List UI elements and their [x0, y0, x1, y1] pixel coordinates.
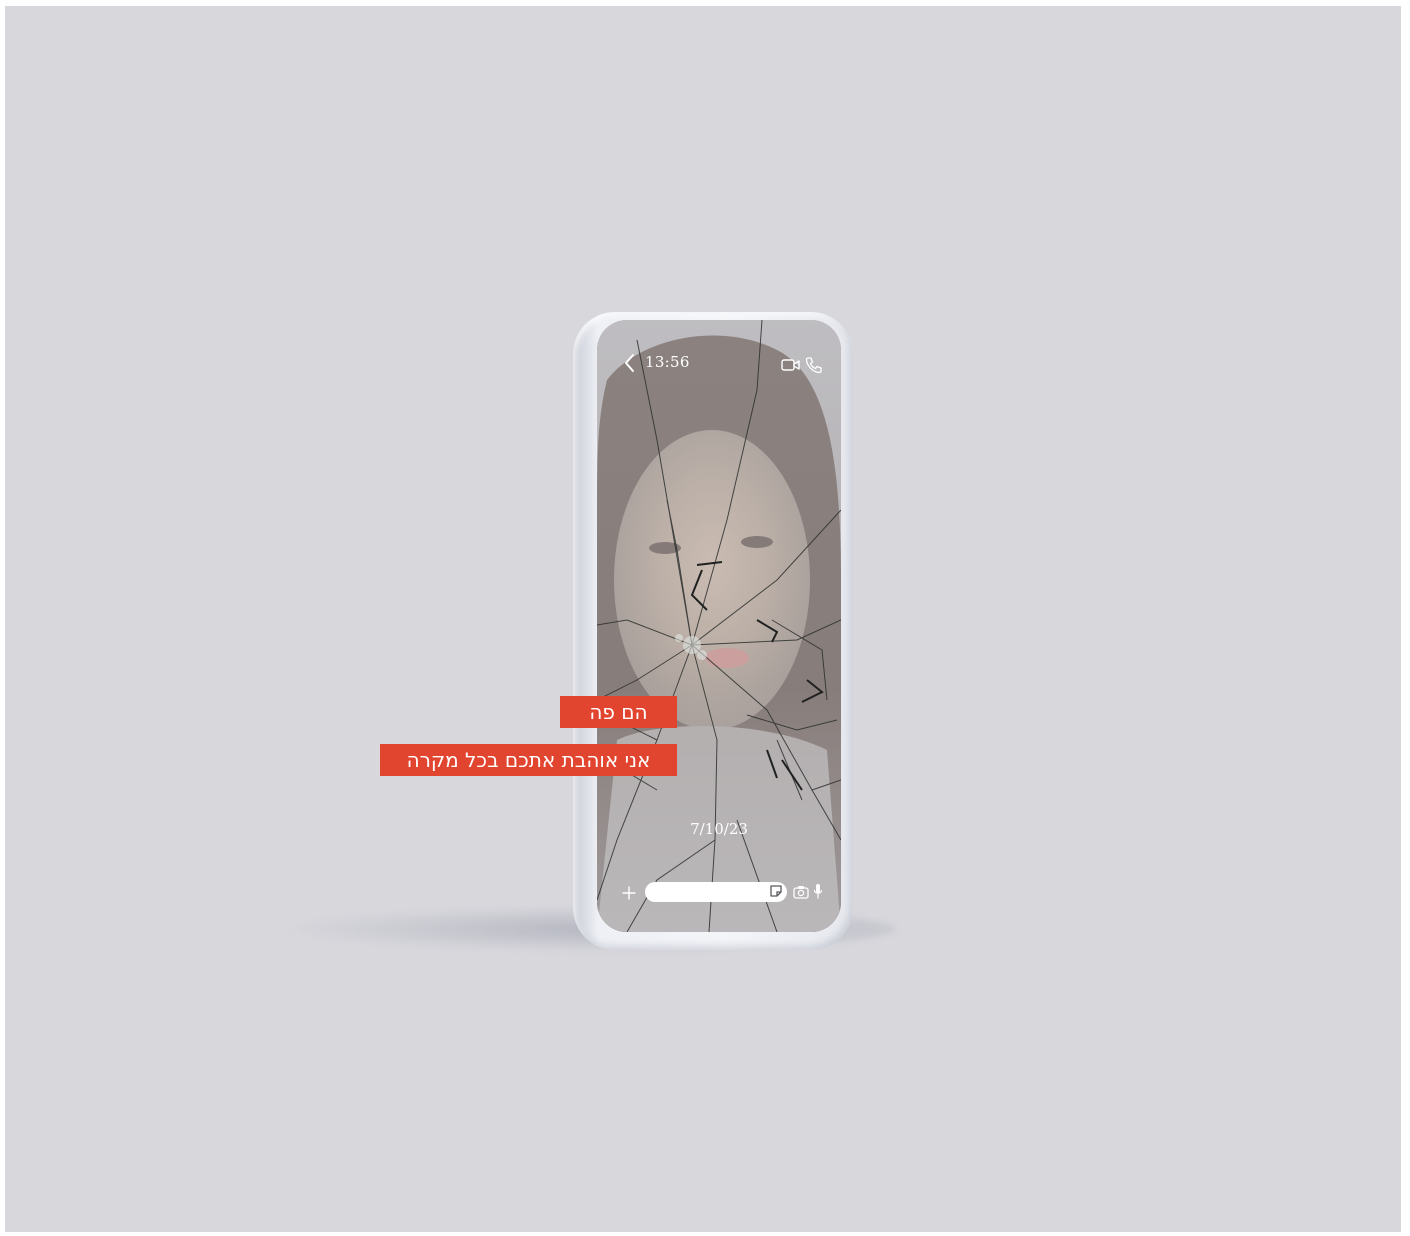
sticker-icon[interactable] [769, 884, 783, 898]
phone-icon[interactable] [805, 356, 823, 374]
caption-line-1: הם פה [560, 696, 677, 728]
plus-icon[interactable] [621, 885, 637, 901]
camera-icon[interactable] [793, 885, 809, 899]
page-background: 13:56 7/10/23 הם פה אני אוהבת אתכם בכל מ… [5, 6, 1401, 1232]
conversation-date: 7/10/23 [690, 820, 748, 838]
message-input[interactable] [645, 882, 787, 902]
cracked-photo-background [597, 320, 841, 932]
phone-screen: 13:56 7/10/23 [597, 320, 841, 932]
microphone-icon[interactable] [813, 883, 823, 899]
chevron-left-icon[interactable] [623, 353, 637, 373]
caption-line-2: אני אוהבת אתכם בכל מקרה [380, 744, 677, 776]
video-camera-icon[interactable] [781, 358, 801, 372]
chat-header-time: 13:56 [645, 353, 690, 371]
